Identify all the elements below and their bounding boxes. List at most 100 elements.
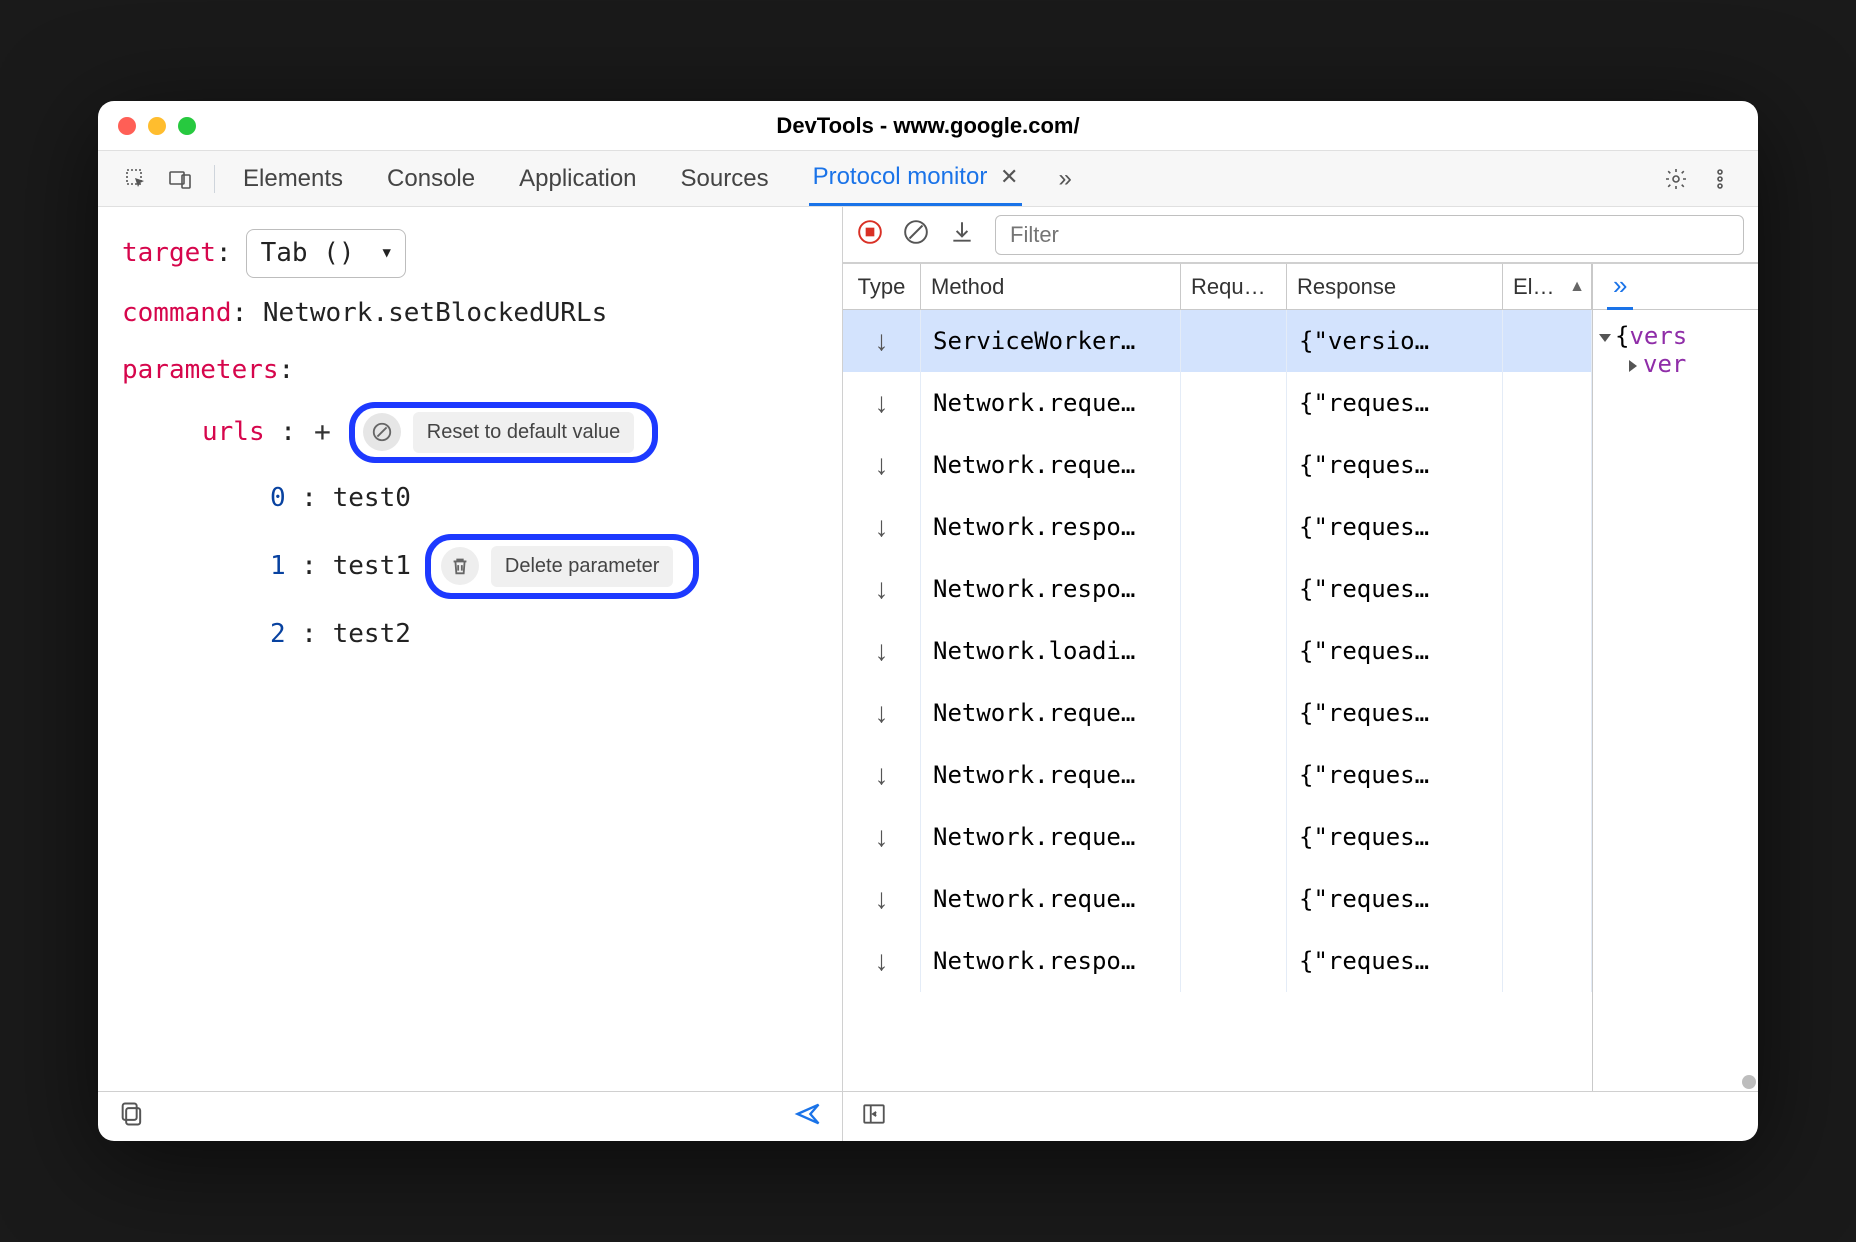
tab-sources[interactable]: Sources bbox=[677, 153, 773, 205]
table-row[interactable]: ↓Network.reque…{"reques… bbox=[843, 434, 1592, 496]
table-row[interactable]: ↓Network.respo…{"reques… bbox=[843, 496, 1592, 558]
row-method: Network.respo… bbox=[921, 930, 1181, 992]
row-response: {"reques… bbox=[1287, 868, 1503, 930]
maximize-window-button[interactable] bbox=[178, 117, 196, 135]
reset-default-callout[interactable]: Reset to default value bbox=[349, 402, 658, 463]
close-tab-icon[interactable]: ✕ bbox=[1000, 164, 1018, 189]
row-response: {"reques… bbox=[1287, 558, 1503, 620]
table-row[interactable]: ↓Network.reque…{"reques… bbox=[843, 372, 1592, 434]
toggle-sidebar-icon[interactable] bbox=[861, 1101, 887, 1132]
direction-arrow-icon: ↓ bbox=[843, 930, 921, 992]
clear-icon[interactable] bbox=[903, 219, 929, 250]
tree-row-root[interactable]: {vers bbox=[1601, 322, 1750, 350]
direction-arrow-icon: ↓ bbox=[843, 620, 921, 682]
protocol-monitor-pane: Type Method Requ… Response El…▲ ↓Service… bbox=[843, 207, 1758, 1141]
row-method: Network.reque… bbox=[921, 806, 1181, 868]
row-method: ServiceWorker… bbox=[921, 310, 1181, 372]
protocol-footer bbox=[843, 1091, 1758, 1141]
table-row[interactable]: ↓Network.respo… {"reques… bbox=[843, 930, 1592, 992]
table-row[interactable]: ↓ServiceWorker… {"versio… bbox=[843, 310, 1592, 372]
filter-input[interactable] bbox=[995, 215, 1744, 255]
traffic-lights bbox=[118, 117, 196, 135]
direction-arrow-icon: ↓ bbox=[843, 744, 921, 806]
direction-arrow-icon: ↓ bbox=[843, 496, 921, 558]
row-method: Network.respo… bbox=[921, 496, 1181, 558]
row-method: Network.reque… bbox=[921, 744, 1181, 806]
row-elapsed bbox=[1503, 434, 1592, 496]
inspect-element-icon[interactable] bbox=[122, 165, 150, 193]
settings-gear-icon[interactable] bbox=[1662, 165, 1690, 193]
row-request bbox=[1181, 434, 1287, 496]
url-value-1[interactable]: test1 bbox=[333, 551, 411, 581]
direction-arrow-icon: ↓ bbox=[843, 434, 921, 496]
minimize-window-button[interactable] bbox=[148, 117, 166, 135]
tab-elements[interactable]: Elements bbox=[239, 153, 347, 205]
table-row[interactable]: ↓Network.respo…{"reques… bbox=[843, 558, 1592, 620]
table-row[interactable]: ↓Network.loadi…{"reques… bbox=[843, 620, 1592, 682]
url-value-0[interactable]: test0 bbox=[333, 483, 411, 513]
scroll-thumb[interactable] bbox=[1742, 1075, 1756, 1089]
tab-protocol-monitor[interactable]: Protocol monitor ✕ bbox=[809, 151, 1023, 206]
col-request[interactable]: Requ… bbox=[1181, 264, 1287, 309]
row-request bbox=[1181, 682, 1287, 744]
row-request bbox=[1181, 806, 1287, 868]
expand-icon bbox=[1599, 334, 1611, 342]
row-request bbox=[1181, 930, 1287, 992]
download-icon[interactable] bbox=[949, 219, 975, 250]
delete-parameter-callout[interactable]: Delete parameter bbox=[425, 534, 700, 599]
record-icon[interactable] bbox=[857, 219, 883, 250]
col-elapsed[interactable]: El…▲ bbox=[1503, 264, 1592, 309]
row-request bbox=[1181, 372, 1287, 434]
row-response: {"reques… bbox=[1287, 372, 1503, 434]
window-title: DevTools - www.google.com/ bbox=[776, 113, 1079, 139]
tab-label: Protocol monitor bbox=[813, 163, 988, 190]
target-key: target bbox=[122, 238, 216, 268]
row-response: {"reques… bbox=[1287, 930, 1503, 992]
direction-arrow-icon: ↓ bbox=[843, 372, 921, 434]
row-elapsed bbox=[1503, 372, 1592, 434]
protocol-toolbar bbox=[843, 207, 1758, 263]
row-request bbox=[1181, 310, 1287, 372]
add-item-icon[interactable]: + bbox=[314, 409, 331, 455]
delete-label: Delete parameter bbox=[491, 546, 674, 587]
target-value: Tab () bbox=[261, 232, 355, 275]
details-panel: » {vers ver bbox=[1593, 264, 1758, 1091]
row-response: {"versio… bbox=[1287, 310, 1503, 372]
row-method: Network.reque… bbox=[921, 682, 1181, 744]
url-index-0: 0 bbox=[270, 483, 286, 513]
direction-arrow-icon: ↓ bbox=[843, 310, 921, 372]
row-response: {"reques… bbox=[1287, 682, 1503, 744]
reset-label: Reset to default value bbox=[413, 412, 634, 453]
col-type[interactable]: Type bbox=[843, 264, 921, 309]
row-method: Network.respo… bbox=[921, 558, 1181, 620]
row-response: {"reques… bbox=[1287, 806, 1503, 868]
copy-icon[interactable] bbox=[118, 1100, 146, 1133]
tab-application[interactable]: Application bbox=[515, 153, 640, 205]
tree-row-child[interactable]: ver bbox=[1629, 350, 1750, 378]
more-detail-tabs-icon[interactable]: » bbox=[1607, 264, 1633, 310]
send-command-icon[interactable] bbox=[794, 1100, 822, 1133]
tab-console[interactable]: Console bbox=[383, 153, 479, 205]
row-request bbox=[1181, 868, 1287, 930]
device-toggle-icon[interactable] bbox=[166, 165, 194, 193]
more-tabs-icon[interactable]: » bbox=[1058, 165, 1071, 193]
row-elapsed bbox=[1503, 744, 1592, 806]
table-row[interactable]: ↓Network.reque…{"reques… bbox=[843, 806, 1592, 868]
events-table: Type Method Requ… Response El…▲ ↓Service… bbox=[843, 264, 1593, 1091]
trash-icon bbox=[441, 547, 479, 585]
direction-arrow-icon: ↓ bbox=[843, 868, 921, 930]
col-method[interactable]: Method bbox=[921, 264, 1181, 309]
url-value-2[interactable]: test2 bbox=[333, 619, 411, 649]
window-titlebar: DevTools - www.google.com/ bbox=[98, 101, 1758, 151]
details-header: » bbox=[1593, 264, 1758, 310]
target-select[interactable]: Tab () ▼ bbox=[246, 229, 406, 278]
command-editor-pane: target: Tab () ▼ command: Network.setBlo… bbox=[98, 207, 843, 1141]
more-options-icon[interactable] bbox=[1706, 165, 1734, 193]
close-window-button[interactable] bbox=[118, 117, 136, 135]
col-response[interactable]: Response bbox=[1287, 264, 1503, 309]
direction-arrow-icon: ↓ bbox=[843, 682, 921, 744]
devtools-toolbar: Elements Console Application Sources Pro… bbox=[98, 151, 1758, 207]
table-row[interactable]: ↓Network.reque…{"reques… bbox=[843, 868, 1592, 930]
table-row[interactable]: ↓Network.reque… {"reques… bbox=[843, 682, 1592, 744]
table-row[interactable]: ↓Network.reque…{"reques… bbox=[843, 744, 1592, 806]
